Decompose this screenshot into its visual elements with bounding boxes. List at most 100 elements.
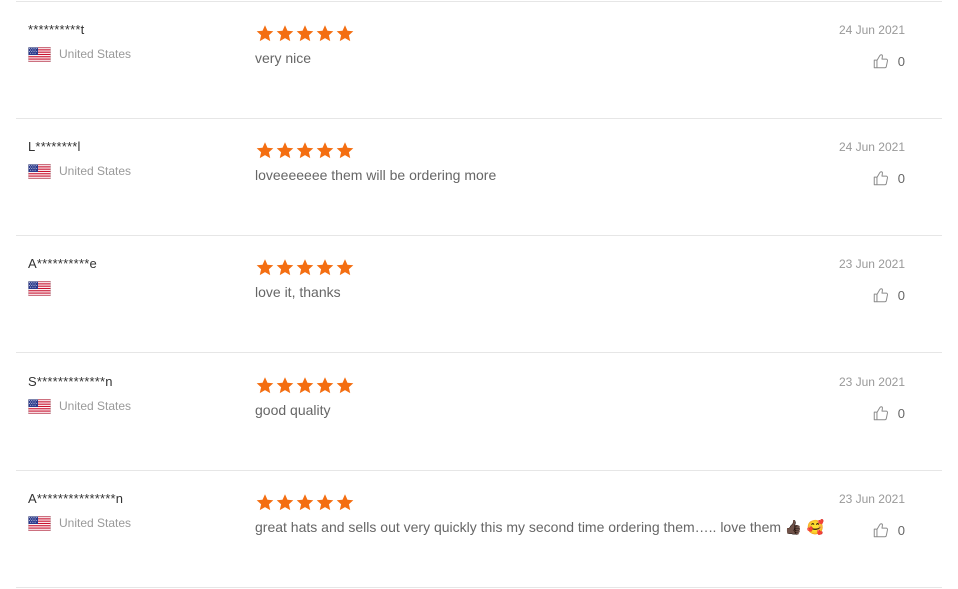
review-text-body: good quality (255, 402, 331, 418)
thumbs-up-icon[interactable] (872, 521, 890, 539)
review-text-body: great hats and sells out very quickly th… (255, 519, 782, 535)
us-flag-icon (28, 516, 51, 531)
star-rating (255, 376, 835, 396)
country-name: United States (59, 47, 132, 61)
review-item: A**********e love it, thanks 23 Jun 2021… (16, 236, 942, 353)
review-date: 23 Jun 2021 (838, 257, 905, 271)
review-content: loveeeeeee them will be ordering more (255, 141, 835, 184)
reviewer-name: A**********e (28, 256, 97, 271)
country-name: United States (59, 399, 132, 413)
helpful-button[interactable]: 0 (839, 286, 905, 304)
review-meta: 24 Jun 2021 0 (839, 22, 905, 70)
star-icon (335, 24, 355, 43)
star-icon (315, 376, 335, 395)
review-date: 23 Jun 2021 (838, 375, 905, 389)
helpful-count: 0 (897, 53, 905, 69)
star-rating (255, 141, 835, 161)
reviewer-country (28, 280, 248, 296)
helpful-count: 0 (897, 405, 905, 421)
reviewer-info: S*************n United States (28, 374, 248, 414)
reviewer-country: United States (28, 398, 248, 414)
us-flag-icon (28, 399, 51, 414)
helpful-button[interactable]: 0 (839, 52, 905, 70)
country-name: United States (59, 516, 132, 530)
reviewer-info: A**********e (28, 256, 248, 296)
review-meta: 23 Jun 2021 0 (839, 374, 905, 422)
helpful-button[interactable]: 0 (839, 521, 905, 539)
star-rating (255, 493, 835, 513)
reviewer-info: L********l United States (28, 139, 248, 179)
star-rating (255, 258, 835, 278)
review-content: great hats and sells out very quickly th… (255, 493, 835, 537)
star-icon (275, 24, 295, 43)
country-name: United States (59, 164, 132, 178)
review-text: great hats and sells out very quickly th… (255, 518, 835, 537)
star-icon (255, 493, 275, 512)
review-item: S*************n United States good quali… (16, 354, 942, 471)
star-icon (295, 376, 315, 395)
reviewer-country: United States (28, 163, 248, 179)
review-date: 24 Jun 2021 (838, 23, 905, 37)
us-flag-icon (28, 47, 51, 62)
review-date: 23 Jun 2021 (838, 492, 905, 506)
star-icon (295, 258, 315, 277)
review-meta: 23 Jun 2021 0 (839, 491, 905, 539)
review-content: very nice (255, 24, 835, 67)
reviewer-info: A***************n United States (28, 491, 248, 531)
star-icon (255, 141, 275, 160)
star-icon (335, 493, 355, 512)
helpful-button[interactable]: 0 (839, 404, 905, 422)
review-emoji: 👍🏿 🥰 (784, 520, 825, 536)
helpful-count: 0 (897, 287, 905, 303)
star-rating (255, 24, 835, 44)
thumbs-up-icon[interactable] (872, 286, 890, 304)
star-icon (315, 258, 335, 277)
review-meta: 24 Jun 2021 0 (839, 139, 905, 187)
review-text: loveeeeeee them will be ordering more (255, 166, 835, 184)
star-icon (275, 493, 295, 512)
star-icon (255, 376, 275, 395)
star-icon (335, 376, 355, 395)
review-text-body: loveeeeeee them will be ordering more (255, 167, 497, 183)
star-icon (275, 141, 295, 160)
review-text: very nice (255, 49, 835, 67)
helpful-count: 0 (897, 170, 905, 186)
review-text: love it, thanks (255, 283, 835, 301)
star-icon (335, 258, 355, 277)
review-text: good quality (255, 401, 835, 419)
reviewer-name: L********l (28, 139, 81, 154)
helpful-count: 0 (897, 522, 905, 538)
us-flag-icon (28, 281, 51, 296)
star-icon (315, 493, 335, 512)
star-icon (295, 24, 315, 43)
star-icon (315, 24, 335, 43)
reviewer-name: A***************n (28, 491, 124, 506)
helpful-button[interactable]: 0 (839, 169, 905, 187)
review-item: **********t United States very nice 24 J… (16, 2, 942, 119)
star-icon (315, 141, 335, 160)
thumbs-up-icon[interactable] (872, 169, 890, 187)
reviewer-country: United States (28, 515, 248, 531)
reviewer-name: **********t (28, 22, 85, 37)
star-icon (255, 258, 275, 277)
review-text-body: love it, thanks (255, 284, 341, 300)
star-icon (295, 141, 315, 160)
review-content: love it, thanks (255, 258, 835, 301)
reviewer-info: **********t United States (28, 22, 248, 62)
thumbs-up-icon[interactable] (872, 404, 890, 422)
review-item: L********l United States loveeeeeee them… (16, 119, 942, 236)
star-icon (275, 258, 295, 277)
review-meta: 23 Jun 2021 0 (839, 256, 905, 304)
reviewer-country: United States (28, 46, 248, 62)
star-icon (295, 493, 315, 512)
review-date: 24 Jun 2021 (838, 140, 905, 154)
star-icon (275, 376, 295, 395)
star-icon (335, 141, 355, 160)
review-item: A***************n United States great ha… (16, 471, 942, 588)
review-text-body: very nice (255, 50, 312, 66)
reviewer-name: S*************n (28, 374, 113, 389)
thumbs-up-icon[interactable] (872, 52, 890, 70)
review-content: good quality (255, 376, 835, 419)
star-icon (255, 24, 275, 43)
us-flag-icon (28, 164, 51, 179)
